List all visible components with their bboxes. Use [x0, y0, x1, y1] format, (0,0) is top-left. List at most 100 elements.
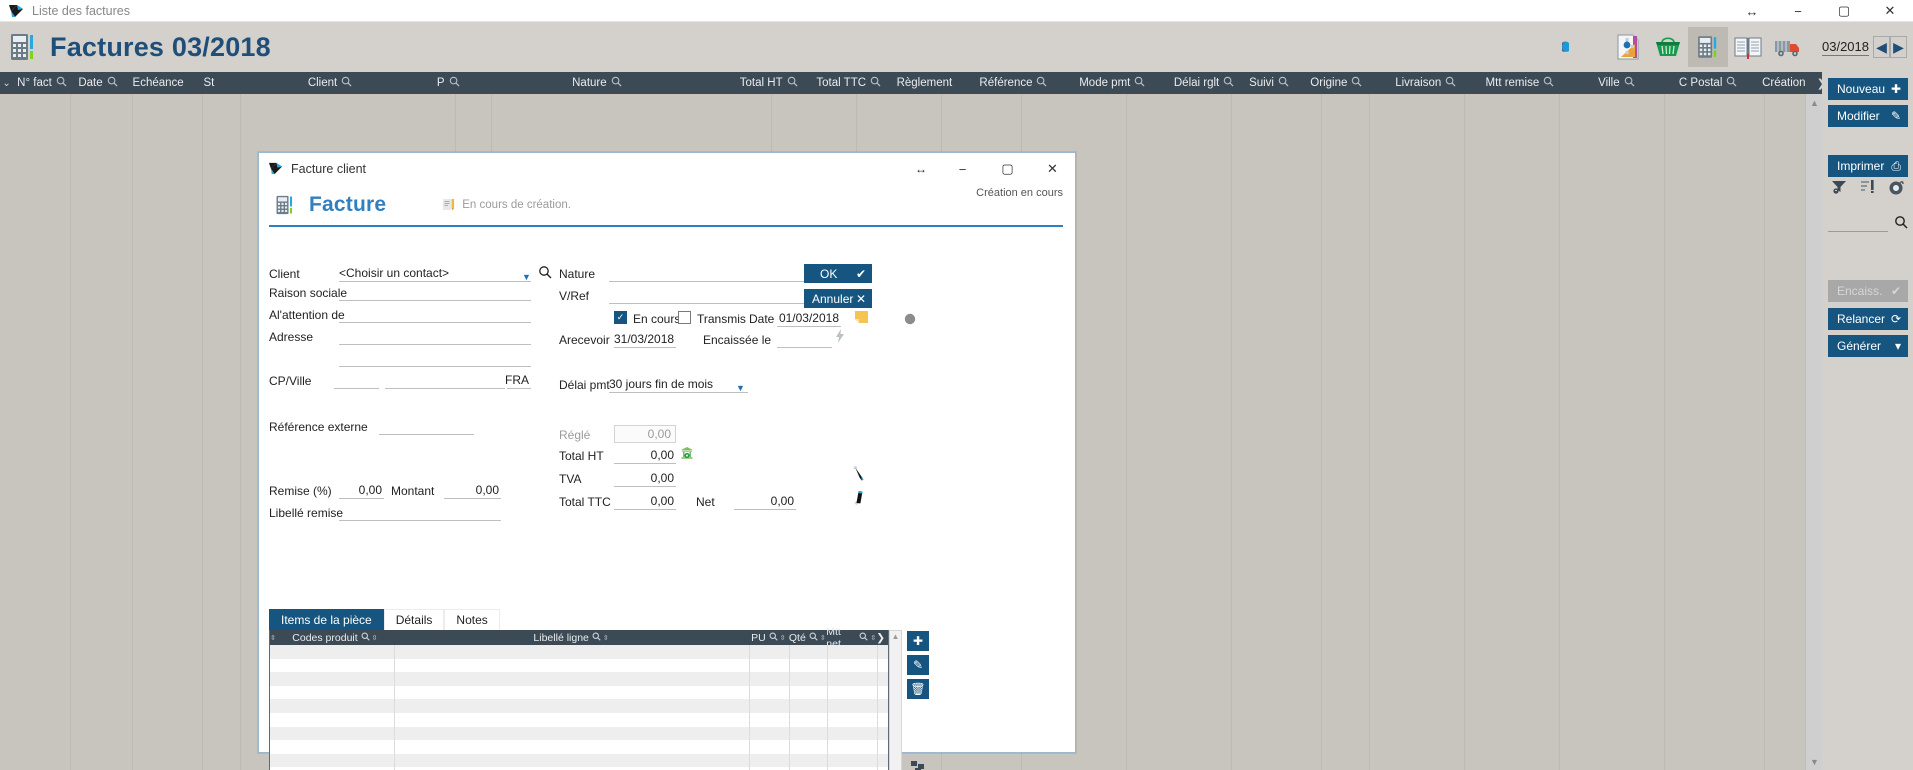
libelle-remise-input[interactable]	[339, 504, 501, 521]
encaissee-le-input[interactable]	[777, 331, 832, 348]
sort-list-icon[interactable]	[1860, 179, 1876, 199]
window-maximize-button[interactable]: ▢	[1821, 0, 1867, 22]
item-grid-row[interactable]	[270, 740, 888, 754]
column-header-r-glement[interactable]: Règlement	[887, 72, 962, 94]
target-icon[interactable]	[1888, 179, 1905, 200]
column-header-p[interactable]: P	[429, 72, 463, 94]
search-icon[interactable]	[859, 632, 868, 644]
search-icon[interactable]	[1223, 76, 1234, 90]
montant-input[interactable]: 0,00	[444, 482, 501, 499]
client-search-icon[interactable]	[538, 265, 552, 282]
a-recevoir-input[interactable]: 31/03/2018	[614, 331, 676, 348]
column-header-c-postal[interactable]: C Postal	[1661, 72, 1750, 94]
ville-input[interactable]	[385, 372, 505, 389]
sidebar-nouveau-button[interactable]: Nouveau ✚	[1828, 78, 1908, 100]
column-header-client[interactable]: Client	[227, 72, 429, 94]
item-grid-row[interactable]	[270, 645, 888, 659]
item-grid-row[interactable]	[270, 713, 888, 727]
search-icon[interactable]	[787, 76, 798, 90]
column-header-d-lai-rglt[interactable]: Délai rglt	[1160, 72, 1245, 94]
client-select[interactable]: <Choisir un contact>	[339, 265, 531, 282]
search-icon[interactable]	[361, 632, 370, 644]
transmis-checkbox[interactable]	[678, 311, 691, 324]
period-next-button[interactable]: ▶	[1890, 36, 1907, 58]
dialog-close-button[interactable]: ✕	[1030, 153, 1075, 185]
column-header-nature[interactable]: Nature	[463, 72, 727, 94]
ledger-book-icon[interactable]	[1728, 27, 1768, 67]
pays-input[interactable]: FRA	[505, 372, 531, 389]
window-minimize-button[interactable]: −	[1775, 0, 1821, 22]
item-grid-rows[interactable]	[270, 645, 888, 770]
dialog-minimize-button[interactable]: −	[940, 153, 985, 185]
cancel-button[interactable]: Annuler ✕	[804, 289, 872, 308]
item-column-header-pu[interactable]: PU ⇳	[748, 630, 788, 645]
reference-externe-input[interactable]	[379, 418, 474, 435]
tab-notes[interactable]: Notes	[444, 609, 500, 630]
search-icon[interactable]	[870, 76, 881, 90]
search-icon[interactable]	[769, 632, 778, 644]
item-grid-row[interactable]	[270, 753, 888, 768]
sidebar-search[interactable]	[1828, 212, 1908, 232]
search-icon[interactable]	[592, 632, 601, 644]
sidebar-relancer-button[interactable]: Relancer ⟳	[1828, 308, 1908, 330]
adresse-line1-input[interactable]	[339, 328, 531, 345]
item-column-header-libell-ligne[interactable]: Libellé ligne ⇳	[394, 630, 749, 645]
item-column-header-mtt-net[interactable]: Mtt net ⇳	[826, 626, 876, 650]
search-icon[interactable]	[1894, 215, 1908, 232]
item-grid-row[interactable]	[270, 686, 888, 700]
search-icon[interactable]	[1445, 76, 1456, 90]
item-grid-scrollbar[interactable]: ▲ ▼	[889, 630, 902, 770]
attention-input[interactable]	[339, 306, 531, 323]
search-icon[interactable]	[341, 76, 352, 90]
tax-stamp-icon[interactable]	[680, 446, 694, 465]
chevron-down-icon[interactable]: ⌄	[0, 78, 13, 89]
column-header-ville[interactable]: Ville	[1567, 72, 1661, 94]
quote-document-icon[interactable]	[1608, 27, 1648, 67]
scroll-up-icon[interactable]: ▲	[890, 631, 901, 642]
item-grid-row[interactable]	[270, 726, 888, 741]
column-header-date[interactable]: Date	[67, 72, 125, 94]
search-icon[interactable]	[449, 76, 460, 90]
search-icon[interactable]	[809, 632, 818, 644]
search-icon[interactable]	[1278, 76, 1289, 90]
scroll-up-icon[interactable]: ▲	[1806, 94, 1823, 111]
item-grid-row[interactable]	[270, 699, 888, 713]
dialog-resize-icon[interactable]: ↔	[915, 162, 927, 176]
tab-details[interactable]: Détails	[383, 609, 445, 630]
scroll-down-icon[interactable]: ▼	[1806, 753, 1823, 770]
column-header-ech-ance[interactable]: Echéance	[125, 72, 191, 94]
search-icon[interactable]	[1726, 76, 1737, 90]
raison-sociale-input[interactable]	[339, 284, 531, 301]
column-header-suivi[interactable]: Suivi	[1244, 72, 1289, 94]
chevron-down-icon[interactable]: ▼	[522, 272, 531, 282]
column-header-n-fact[interactable]: N° fact	[13, 72, 67, 94]
delete-item-button[interactable]: 🗑	[907, 679, 929, 699]
window-close-button[interactable]: ✕	[1867, 0, 1913, 22]
column-header-cr-ation[interactable]: Création	[1751, 72, 1817, 94]
column-header-mtt-remise[interactable]: Mtt remise	[1468, 72, 1567, 94]
edit-pencil-icon[interactable]	[851, 489, 867, 508]
basket-icon[interactable]	[1648, 27, 1688, 67]
search-icon[interactable]	[611, 76, 622, 90]
chevron-down-icon[interactable]: ▼	[736, 383, 745, 393]
delivery-truck-icon[interactable]	[1768, 27, 1808, 67]
invoice-terminal-icon[interactable]	[1688, 27, 1728, 67]
item-grid-row[interactable]	[270, 659, 888, 673]
remise-input[interactable]: 0,00	[339, 482, 384, 499]
ok-button[interactable]: OK ✔	[804, 264, 872, 283]
delai-pmt-select[interactable]: 30 jours fin de mois	[609, 376, 748, 393]
sidebar-modifier-button[interactable]: Modifier ✎	[1828, 105, 1908, 127]
lightning-icon[interactable]	[835, 329, 845, 348]
status-dot-icon[interactable]	[904, 312, 916, 330]
hierarchy-icon[interactable]	[907, 757, 929, 770]
column-header-r-f-rence[interactable]: Référence	[962, 72, 1061, 94]
edit-item-button[interactable]: ✎	[907, 655, 929, 675]
search-input[interactable]	[1828, 216, 1888, 232]
column-header-origine[interactable]: Origine	[1290, 72, 1379, 94]
item-grid-more-chevron-icon[interactable]: ❯	[876, 630, 888, 645]
column-header-total-ht[interactable]: Total HT	[727, 72, 807, 94]
search-icon[interactable]	[56, 76, 67, 90]
search-icon[interactable]	[1036, 76, 1047, 90]
sticky-note-icon[interactable]	[854, 310, 870, 329]
sidebar-imprimer-button[interactable]: Imprimer ⎙	[1828, 155, 1908, 177]
